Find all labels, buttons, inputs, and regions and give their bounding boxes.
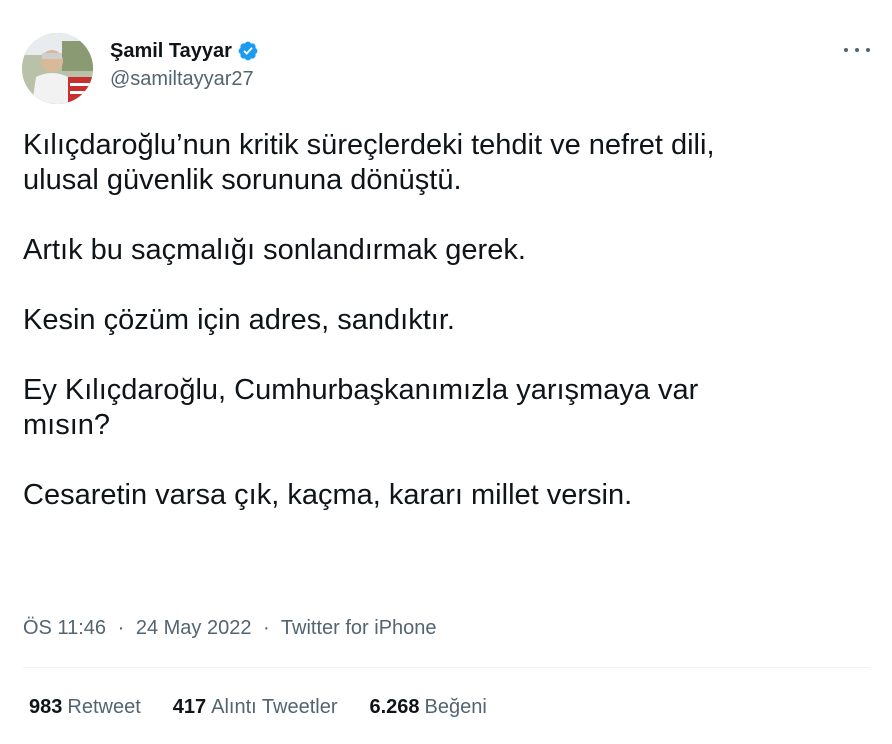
tweet-paragraph: Cesaretin varsa çık, kaçma, kararı mille… (23, 479, 633, 511)
avatar-image (22, 33, 93, 104)
divider (23, 667, 870, 668)
tweet-source-link[interactable]: Twitter for iPhone (281, 617, 437, 639)
tweet-date[interactable]: 24 May 2022 (136, 617, 252, 639)
verified-badge-icon (237, 40, 259, 62)
meta-separator: · (117, 617, 125, 639)
quote-count: 417 (172, 696, 207, 718)
author-block: Şamil Tayyar @samiltayyar27 (110, 38, 259, 91)
display-name[interactable]: Şamil Tayyar (110, 40, 232, 63)
meta-separator: · (263, 617, 270, 639)
tweet-paragraph: Artık bu saçmalığı sonlandırmak gerek. (23, 234, 526, 266)
tweet-paragraph: Ey Kılıçdaroğlu, Cumhurbaşkanımızla yarı… (23, 374, 699, 441)
likes-stat[interactable]: 6.268 Beğeni (369, 696, 486, 719)
quote-label: Alıntı Tweetler (211, 696, 338, 718)
tweet-paragraph: Kılıçdaroğlu’nun kritik süreçlerdeki teh… (23, 129, 715, 196)
dot (844, 48, 848, 52)
user-handle[interactable]: @samiltayyar27 (110, 68, 259, 91)
avatar[interactable] (22, 33, 93, 104)
quote-tweets-stat[interactable]: 417 Alıntı Tweetler (173, 696, 338, 719)
dot (866, 48, 870, 52)
retweet-count: 983 (29, 696, 63, 718)
more-horizontal-icon[interactable] (844, 40, 870, 60)
like-count: 6.268 (369, 696, 420, 718)
tweet-meta: ÖS 11:46 · 24 May 2022 · Twitter for iPh… (23, 617, 437, 640)
engagement-stats: 983 Retweet 417 Alıntı Tweetler 6.268 Beğen… (29, 696, 519, 719)
name-row: Şamil Tayyar (110, 38, 259, 64)
like-label: Beğeni (424, 696, 487, 718)
tweet-time[interactable]: ÖS 11:46 (23, 617, 106, 639)
retweet-label: Retweet (67, 696, 141, 718)
tweet-paragraph: Kesin çözüm için adres, sandıktır. (23, 304, 455, 336)
tweet-text: Kılıçdaroğlu’nun kritik süreçlerdeki teh… (23, 128, 873, 513)
tweet-card: Şamil Tayyar @samiltayyar27 Kılıçdaroğlu… (0, 0, 892, 744)
retweets-stat[interactable]: 983 Retweet (29, 696, 141, 719)
dot (855, 48, 859, 52)
